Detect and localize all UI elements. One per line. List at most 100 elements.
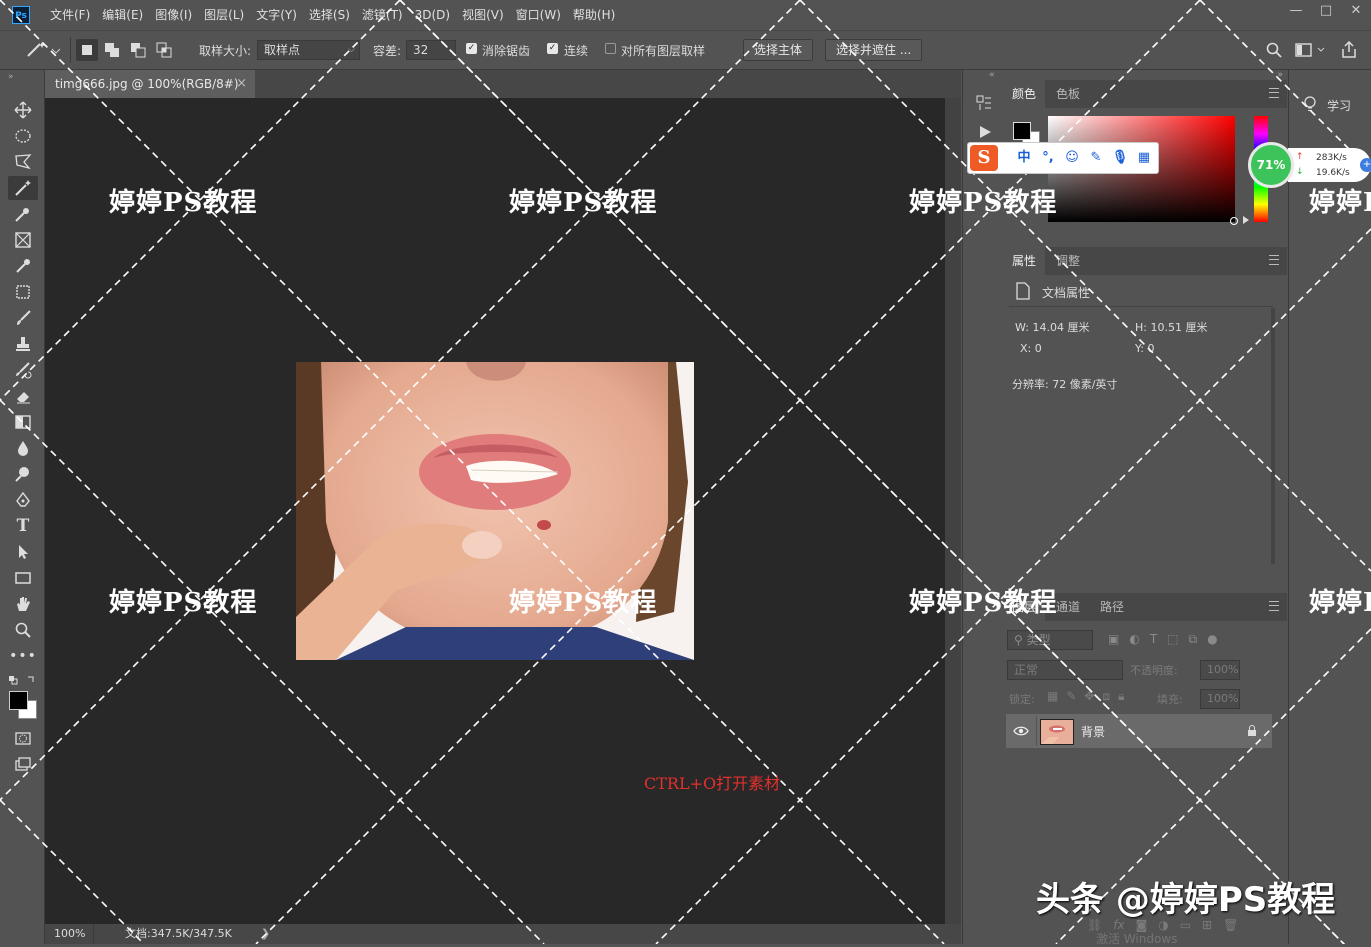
dodge-tool[interactable] bbox=[8, 462, 38, 486]
lock-position-icon[interactable]: ✥ bbox=[1084, 689, 1094, 704]
crop-tool[interactable] bbox=[8, 280, 38, 304]
emoji-icon[interactable]: ☺ bbox=[1062, 148, 1082, 168]
new-selection-button[interactable] bbox=[76, 39, 98, 61]
sogou-logo-icon[interactable]: S bbox=[970, 145, 998, 171]
opacity-input[interactable]: 100% bbox=[1200, 660, 1240, 680]
layer-name[interactable]: 背景 bbox=[1081, 723, 1105, 740]
add-selection-button[interactable] bbox=[101, 39, 123, 61]
lock-pixels-icon[interactable]: ✎ bbox=[1066, 689, 1076, 704]
move-tool[interactable] bbox=[8, 98, 38, 122]
fill-input[interactable]: 100% bbox=[1200, 689, 1240, 709]
menu-image[interactable]: 图像(I) bbox=[149, 0, 198, 30]
type-filter-icon[interactable]: T bbox=[1150, 632, 1157, 648]
eraser-tool[interactable] bbox=[8, 384, 38, 408]
vertical-scrollbar[interactable] bbox=[945, 98, 961, 924]
tool-preset-picker[interactable] bbox=[22, 40, 62, 60]
blur-tool[interactable] bbox=[8, 436, 38, 460]
panel-menu-icon[interactable] bbox=[1269, 255, 1279, 265]
panel-menu-icon[interactable] bbox=[1269, 601, 1279, 611]
eye-visibility-icon[interactable] bbox=[1013, 724, 1029, 738]
layer-filter-select[interactable]: ⚲ 类型 bbox=[1007, 630, 1093, 650]
workspace-switcher[interactable] bbox=[1295, 42, 1327, 58]
eyedropper-tool[interactable] bbox=[8, 254, 38, 278]
shape-filter-icon[interactable]: ⬚ bbox=[1167, 632, 1178, 648]
maximize-button[interactable]: □ bbox=[1311, 0, 1341, 24]
menu-view[interactable]: 视图(V) bbox=[456, 0, 510, 30]
quick-select-tool[interactable] bbox=[8, 202, 38, 226]
marquee-tool[interactable] bbox=[8, 124, 38, 148]
gradient-tool[interactable] bbox=[8, 410, 38, 434]
panel-menu-icon[interactable] bbox=[1269, 88, 1279, 98]
tab-swatches[interactable]: 色板 bbox=[1047, 80, 1089, 108]
brush-tool[interactable] bbox=[8, 306, 38, 330]
sample-all-layers-checkbox[interactable] bbox=[605, 43, 616, 54]
path-select-tool[interactable] bbox=[8, 540, 38, 564]
intersect-selection-button[interactable] bbox=[153, 39, 175, 61]
tab-color[interactable]: 颜色 bbox=[1003, 80, 1046, 108]
swap-colors-control[interactable] bbox=[8, 674, 38, 688]
antialias-checkbox[interactable]: ✓ bbox=[466, 43, 477, 54]
frame-tool[interactable] bbox=[8, 228, 38, 252]
menu-file[interactable]: 文件(F) bbox=[44, 0, 96, 30]
tab-adjustments[interactable]: 调整 bbox=[1047, 247, 1089, 275]
lock-transparent-icon[interactable]: ▦ bbox=[1047, 689, 1058, 704]
menu-window[interactable]: 窗口(W) bbox=[510, 0, 567, 30]
share-button[interactable] bbox=[1340, 40, 1358, 59]
y-field[interactable]: Y: 0 bbox=[1135, 342, 1154, 355]
history-panel-button[interactable] bbox=[976, 95, 992, 111]
close-button[interactable]: ✕ bbox=[1341, 0, 1371, 24]
height-field[interactable]: H: 10.51 厘米 bbox=[1135, 319, 1207, 335]
ime-mode-toggle[interactable]: 中 bbox=[1014, 148, 1034, 168]
tab-paths[interactable]: 路径 bbox=[1091, 593, 1133, 621]
menu-filter[interactable]: 滤镜(T) bbox=[356, 0, 409, 30]
toolbox-grid-icon[interactable]: ▦ bbox=[1134, 148, 1154, 168]
tab-properties[interactable]: 属性 bbox=[1003, 247, 1046, 275]
hue-slider-thumb[interactable] bbox=[1243, 216, 1249, 224]
expand-dock-icon[interactable]: « bbox=[989, 70, 995, 80]
quick-mask-tool[interactable] bbox=[8, 726, 38, 750]
width-field[interactable]: W: 14.04 厘米 bbox=[1015, 319, 1089, 335]
menu-3d[interactable]: 3D(D) bbox=[409, 0, 456, 30]
plus-icon[interactable]: + bbox=[1360, 158, 1371, 172]
tolerance-input[interactable]: 32 bbox=[406, 40, 456, 60]
stamp-tool[interactable] bbox=[8, 332, 38, 356]
foreground-color-chip[interactable] bbox=[1013, 122, 1031, 140]
screen-mode-tool[interactable] bbox=[8, 752, 38, 776]
actions-panel-button[interactable] bbox=[978, 125, 992, 139]
smart-object-filter-icon[interactable]: ⧉ bbox=[1189, 632, 1198, 648]
history-brush-tool[interactable] bbox=[8, 358, 38, 382]
ime-punctuation-toggle[interactable]: °, bbox=[1038, 148, 1058, 168]
more-tools[interactable]: ••• bbox=[8, 644, 38, 668]
select-subject-button[interactable]: 选择主体 bbox=[743, 39, 814, 61]
collapse-toolbar-icon[interactable]: » bbox=[8, 72, 14, 82]
menu-select[interactable]: 选择(S) bbox=[303, 0, 356, 30]
lasso-tool[interactable] bbox=[8, 150, 38, 174]
layer-row[interactable]: 背景 bbox=[1006, 714, 1272, 748]
contiguous-checkbox[interactable]: ✓ bbox=[547, 43, 558, 54]
microphone-icon[interactable]: 🎙︎ bbox=[1110, 148, 1130, 168]
handwriting-pen-icon[interactable]: ✎ bbox=[1086, 148, 1106, 168]
document-tab[interactable]: timg666.jpg @ 100%(RGB/8#) × bbox=[45, 70, 255, 98]
pen-tool[interactable] bbox=[8, 488, 38, 512]
blend-mode-select[interactable]: 正常 bbox=[1007, 660, 1123, 680]
sample-size-select[interactable]: 取样点 ⌵ bbox=[257, 40, 360, 60]
select-and-mask-button[interactable]: 选择并遮住 ... bbox=[825, 39, 923, 61]
menu-help[interactable]: 帮助(H) bbox=[567, 0, 621, 30]
learn-panel-button[interactable]: 学习 bbox=[1327, 97, 1351, 114]
foreground-color-swatch[interactable] bbox=[9, 691, 28, 710]
menu-edit[interactable]: 编辑(E) bbox=[96, 0, 149, 30]
filter-toggle-icon[interactable]: ● bbox=[1207, 632, 1217, 648]
menu-type[interactable]: 文字(Y) bbox=[250, 0, 303, 30]
type-tool[interactable]: T bbox=[8, 514, 38, 538]
status-menu-arrow-icon[interactable]: ❯ bbox=[261, 924, 270, 944]
menu-layer[interactable]: 图层(L) bbox=[198, 0, 250, 30]
adjustment-filter-icon[interactable]: ◐ bbox=[1129, 632, 1139, 648]
subtract-selection-button[interactable] bbox=[127, 39, 149, 61]
x-field[interactable]: X: 0 bbox=[1020, 342, 1042, 355]
properties-scrollbar[interactable] bbox=[1271, 308, 1275, 564]
minimize-button[interactable]: — bbox=[1281, 0, 1311, 24]
pixel-filter-icon[interactable]: ▣ bbox=[1108, 632, 1119, 648]
collapse-panels-icon[interactable]: » bbox=[1277, 70, 1283, 80]
magic-wand-tool[interactable] bbox=[8, 176, 38, 200]
zoom-level[interactable]: 100% bbox=[54, 924, 85, 944]
